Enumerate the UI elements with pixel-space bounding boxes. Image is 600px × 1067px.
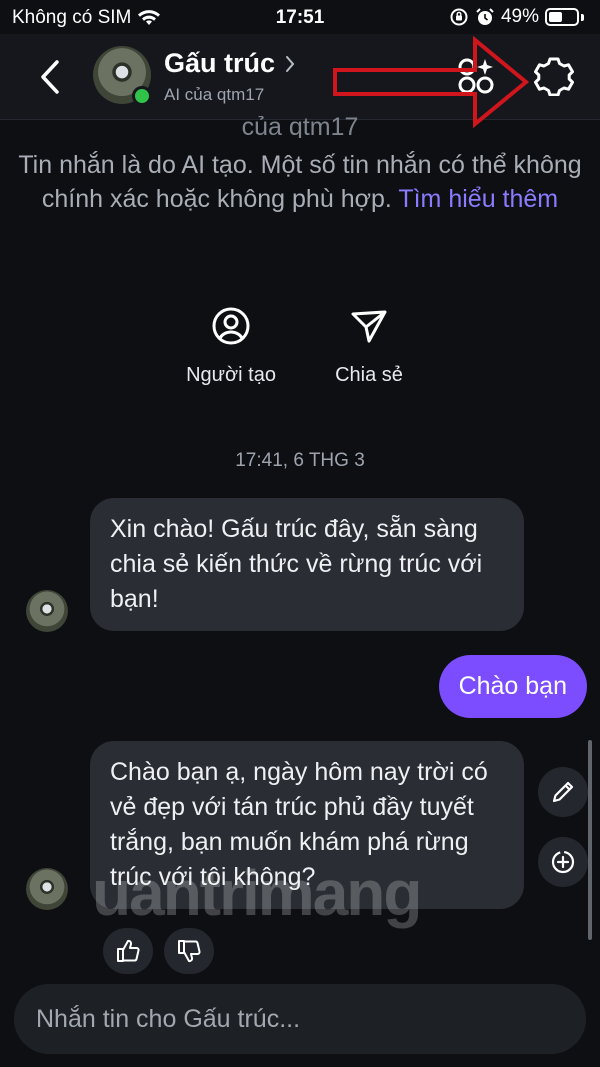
thumbs-down-icon	[178, 940, 201, 963]
message-composer	[14, 984, 586, 1054]
chevron-left-icon	[41, 60, 59, 94]
battery-percent: 49%	[500, 6, 539, 27]
ai-avatar	[26, 590, 68, 632]
person-icon	[212, 307, 250, 345]
back-button[interactable]	[30, 52, 70, 102]
thumbs-up-button[interactable]	[103, 928, 153, 974]
alarm-icon	[476, 8, 494, 25]
watermark: uantrimang	[92, 857, 422, 929]
thumbs-up-icon	[117, 939, 140, 962]
contact-subtitle: AI của qtm17	[164, 85, 265, 104]
user-message-bubble[interactable]: Chào bạn	[438, 655, 587, 718]
status-bar: Không có SIM 17:51 49%	[0, 0, 600, 34]
ai-avatar	[26, 868, 68, 910]
annotation-arrow	[333, 36, 530, 128]
ai-message-bubble[interactable]: Xin chào! Gấu trúc đây, sẵn sàng chia sẻ…	[90, 498, 524, 631]
status-right: 49%	[449, 6, 584, 28]
edit-button[interactable]	[538, 767, 588, 817]
pencil-icon	[552, 781, 574, 803]
creator-label: Người tạo	[186, 364, 276, 386]
message-input[interactable]	[36, 984, 566, 1054]
orientation-lock-icon	[450, 8, 468, 26]
thumbs-down-button[interactable]	[164, 928, 214, 974]
message-text: Xin chào! Gấu trúc đây, sẵn sàng chia sẻ…	[110, 515, 483, 613]
creator-button[interactable]: Người tạo	[151, 300, 311, 387]
add-reaction-button[interactable]	[538, 837, 588, 887]
plus-circle-icon	[551, 850, 575, 874]
send-icon	[351, 310, 387, 343]
scroll-indicator[interactable]	[588, 740, 592, 940]
message-text: Chào bạn	[458, 672, 567, 700]
online-status-dot	[132, 86, 152, 106]
battery-icon	[545, 8, 579, 26]
battery-level	[549, 12, 562, 22]
share-button[interactable]: Chia sẻ	[289, 300, 449, 387]
chevron-right-icon	[286, 55, 295, 72]
learn-more-link[interactable]: Tìm hiểu thêm	[398, 185, 558, 213]
message-timestamp: 17:41, 6 THG 3	[235, 450, 365, 471]
share-label: Chia sẻ	[335, 364, 403, 386]
contact-name-button[interactable]: Gấu trúc	[164, 48, 295, 79]
contact-name: Gấu trúc	[164, 48, 276, 78]
creator-line: của qtm17	[241, 116, 359, 138]
battery-nub	[581, 13, 584, 21]
ai-disclaimer: Tin nhắn là do AI tạo. Một số tin nhắn c…	[18, 148, 582, 216]
